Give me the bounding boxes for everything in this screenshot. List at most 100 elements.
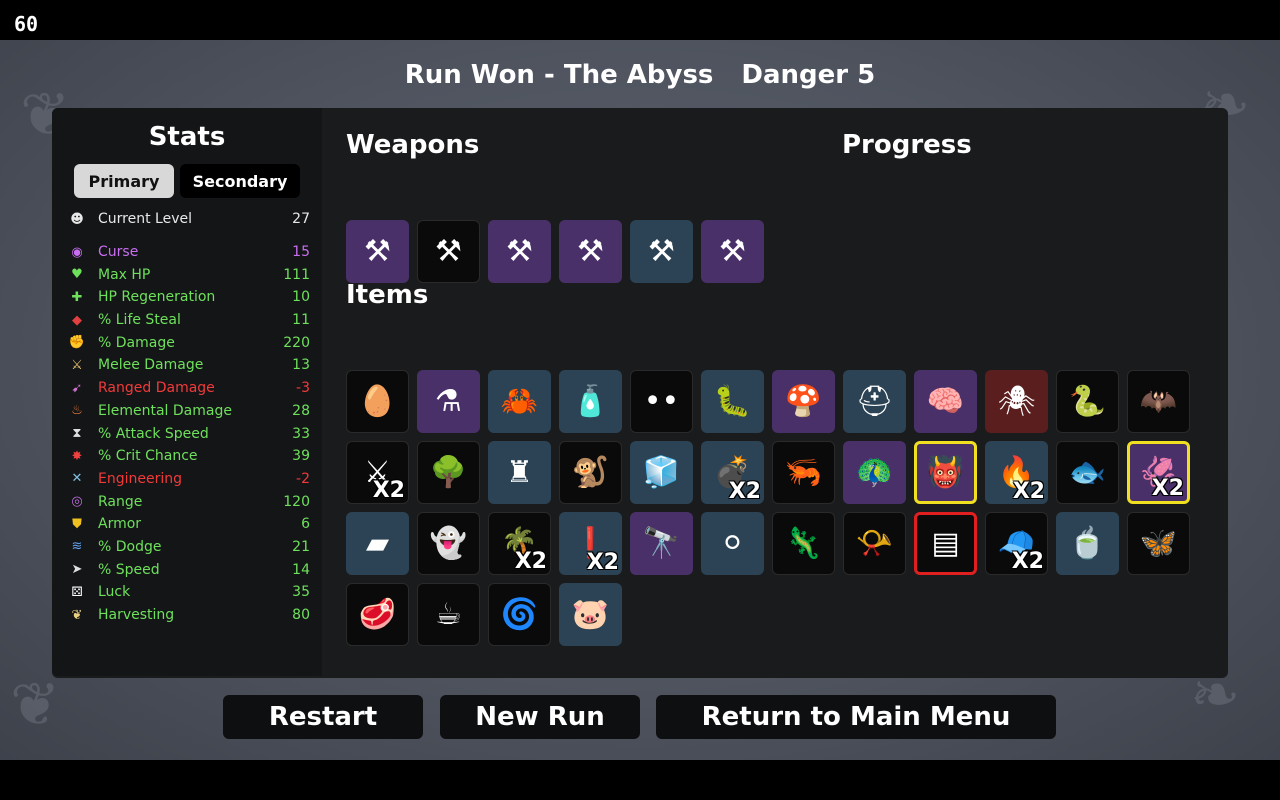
stat-value: 11 [292,312,310,329]
tree-icon[interactable]: 🌳 [417,441,480,504]
restart-button[interactable]: Restart [223,695,423,739]
stat-value: -3 [296,380,310,397]
lizard-icon[interactable]: 🦎 [772,512,835,575]
alert-creature-icon[interactable]: ❗ X2 [559,512,622,575]
item-glyph: 🌳 [429,455,468,490]
item-glyph: ⚪ [719,526,746,561]
stat-row: ⚄ Luck 35 [66,581,310,604]
stat-value: 80 [292,607,310,624]
item-glyph: 🌀 [500,597,539,632]
dark-eyes-icon[interactable]: •• [630,370,693,433]
stat-row: ✊ % Damage 220 [66,331,310,354]
stat-value: 15 [292,244,310,261]
main-menu-button[interactable]: Return to Main Menu [656,695,1056,739]
coffee-cup-icon[interactable]: ☕ [417,583,480,646]
stat-row: ♥ Max HP 111 [66,263,310,286]
stat-name: % Attack Speed [98,425,209,442]
stat-row: ⧗ % Attack Speed 33 [66,422,310,445]
mossy-plank-icon[interactable]: ▤ [914,512,977,575]
stat-row: ✚ HP Regeneration 10 [66,286,310,309]
ghost-icon[interactable]: 👻 [417,512,480,575]
tea-cup-icon[interactable]: 🍵 [1056,512,1119,575]
snake-icon[interactable]: 🐍 [1056,370,1119,433]
stat-row: ➹ Ranged Damage -3 [66,377,310,400]
new-run-button[interactable]: New Run [440,695,640,739]
plank-icon[interactable]: ▰ [346,512,409,575]
grenade-icon[interactable]: 💣 X2 [701,441,764,504]
stat-icon: ❦ [71,607,83,623]
items-title: Items [346,280,429,310]
run-summary-panel: Stats Primary Secondary ☻ Current Level … [52,108,1228,678]
ketchup-bottle-icon[interactable]: 🧴 [559,370,622,433]
ruins-icon[interactable]: ♜ [488,441,551,504]
stat-name: Elemental Damage [98,402,232,419]
item-glyph: 🐟 [1068,455,1107,490]
larva-icon[interactable]: 🐛 [701,370,764,433]
item-glyph: 📯 [855,526,894,561]
stat-icon: ♨ [71,403,83,419]
item-glyph: ▤ [931,526,960,561]
item-glyph: ⚒ [648,234,675,269]
stat-value: 33 [292,425,310,442]
bat-icon[interactable]: 🦇 [1127,370,1190,433]
shrimp-icon[interactable]: 🦐 [772,441,835,504]
item-quantity: X2 [514,549,547,574]
palm-plant-icon[interactable]: 🌴 X2 [488,512,551,575]
fork-weapon-icon[interactable]: ⚒ [488,220,551,283]
snowball-icon[interactable]: ⚪ [701,512,764,575]
stat-icon: ◎ [71,494,83,510]
stat-name: Max HP [98,266,151,283]
item-glyph: 🥚 [358,384,397,419]
stat-name: % Life Steal [98,312,181,329]
item-glyph: 🕷 [997,384,1036,419]
item-quantity: X2 [372,478,405,503]
fork-weapon-icon[interactable]: ⚒ [417,220,480,283]
cannon-icon[interactable]: 🔭 [630,512,693,575]
whistle-icon[interactable]: 📯 [843,512,906,575]
item-glyph: 🐛 [713,384,752,419]
campfire-icon[interactable]: 🔥 X2 [985,441,1048,504]
tentacle-icon[interactable]: 🦑 X2 [1127,441,1190,504]
stat-icon: ✚ [71,289,83,305]
fork-weapon-icon[interactable]: ⚒ [701,220,764,283]
monkey-icon[interactable]: 🐒 [559,441,622,504]
piggy-bank-icon[interactable]: 🐷 [559,583,622,646]
spiral-creature-icon[interactable]: 🌀 [488,583,551,646]
stat-value: 21 [292,538,310,555]
peacock-icon[interactable]: 🦚 [843,441,906,504]
item-glyph: 🐒 [571,455,610,490]
stat-value: -2 [296,470,310,487]
stats-panel: Stats Primary Secondary ☻ Current Level … [52,108,322,676]
propeller-hat-icon[interactable]: 🧢 X2 [985,512,1048,575]
brain-creature-icon[interactable]: 🧠 [914,370,977,433]
item-glyph: ⚒ [719,234,746,269]
item-glyph: 🧴 [571,384,610,419]
fork-weapon-icon[interactable]: ⚒ [559,220,622,283]
fork-weapon-icon[interactable]: ⚒ [630,220,693,283]
claw-icon[interactable]: 🦀 [488,370,551,433]
stat-icon: ➹ [71,380,83,396]
item-glyph: 🦐 [784,455,823,490]
fork-weapon-icon[interactable]: ⚒ [346,220,409,283]
tab-secondary[interactable]: Secondary [180,164,300,198]
stat-icon: ⚄ [71,584,83,600]
helmet-icon[interactable]: ⛑ [843,370,906,433]
mushrooms-icon[interactable]: 🍄 [772,370,835,433]
stat-icon: ⛊ [72,516,82,532]
butterfly-icon[interactable]: 🦋 [1127,512,1190,575]
spider-icon[interactable]: 🕷 [985,370,1048,433]
stat-row: ❦ Harvesting 80 [66,604,310,627]
scythe-icon[interactable]: ⚔ X2 [346,441,409,504]
tab-primary[interactable]: Primary [74,164,174,198]
potion-machine-icon[interactable]: ⚗ [417,370,480,433]
stat-name: % Damage [98,334,175,351]
item-quantity: X2 [1012,479,1045,504]
demon-mask-icon[interactable]: 👹 [914,441,977,504]
weapons-title: Weapons [346,130,480,160]
egg-icon[interactable]: 🥚 [346,370,409,433]
stat-name: Harvesting [98,607,175,624]
item-glyph: 🥩 [358,597,397,632]
fish-icon[interactable]: 🐟 [1056,441,1119,504]
meat-icon[interactable]: 🥩 [346,583,409,646]
ice-cube-icon[interactable]: 🧊 [630,441,693,504]
